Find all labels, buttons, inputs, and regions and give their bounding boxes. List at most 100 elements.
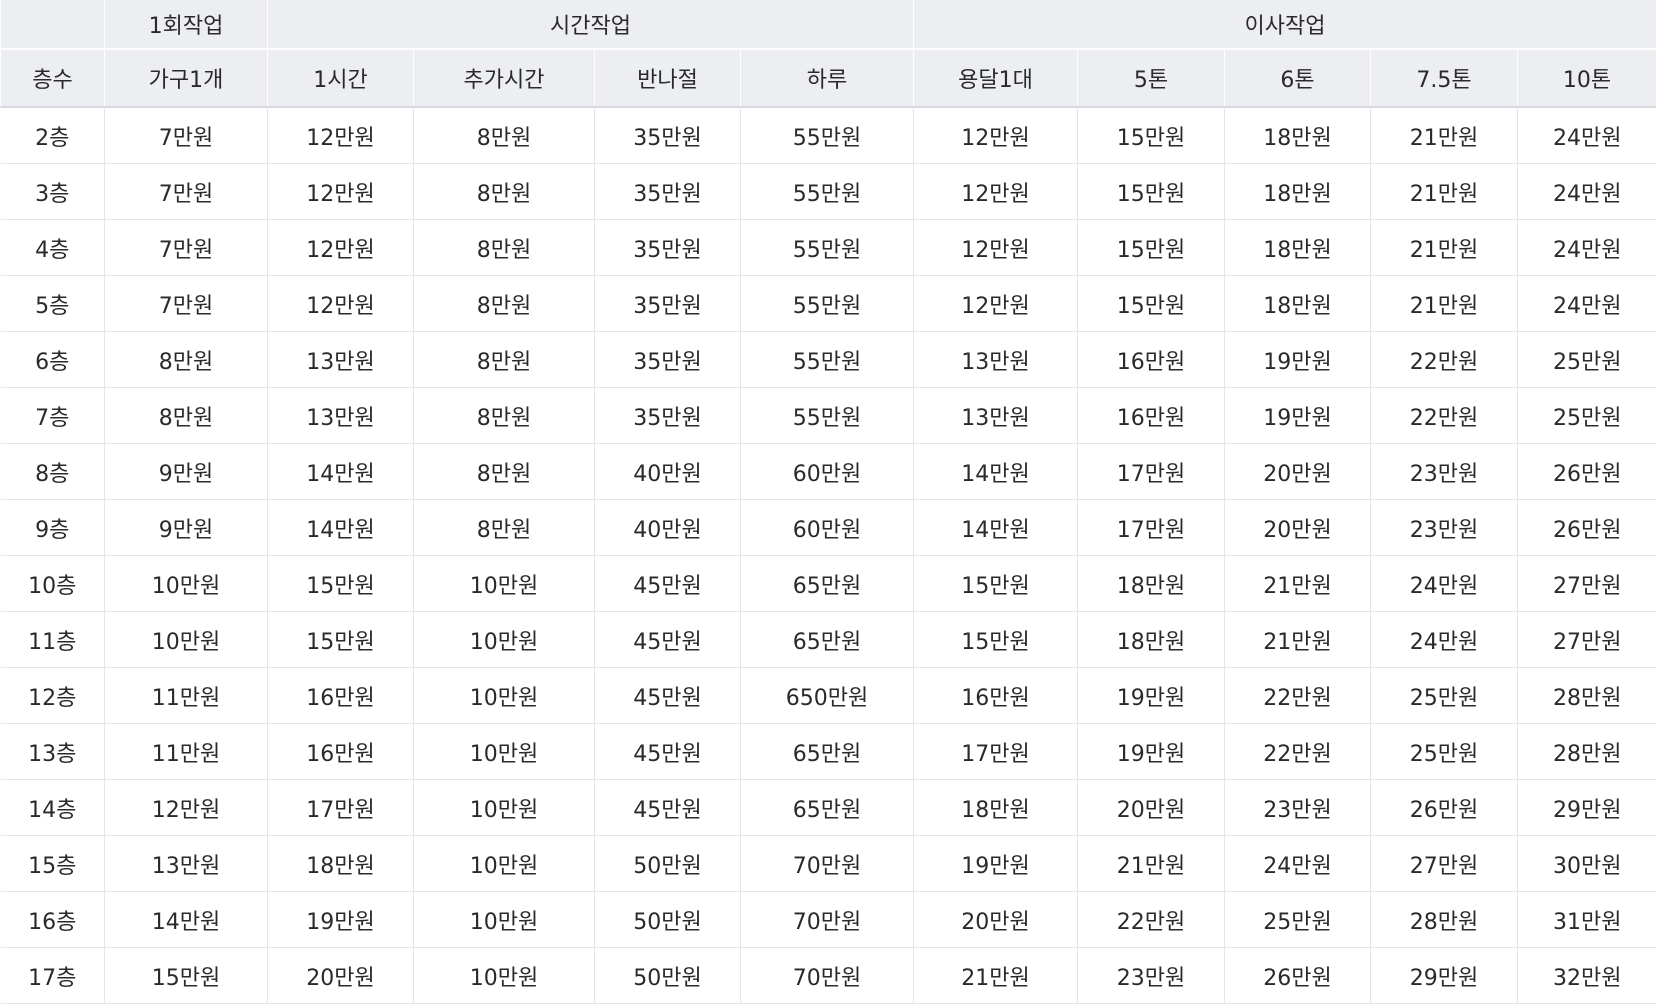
price-cell: 8만원: [413, 219, 595, 276]
price-cell: 22만원: [1224, 723, 1372, 780]
column-header: 추가시간: [413, 49, 595, 108]
price-cell: 18만원: [1077, 555, 1226, 612]
price-cell: 50만원: [594, 835, 741, 892]
price-cell: 16만원: [267, 723, 414, 780]
price-cell: 13만원: [913, 331, 1079, 388]
price-cell: 65만원: [740, 611, 915, 668]
floor-cell: 7층: [0, 387, 105, 444]
price-cell: 20만원: [1224, 443, 1372, 500]
price-cell: 18만원: [1224, 163, 1372, 220]
price-cell: 12만원: [267, 163, 414, 220]
price-cell: 12만원: [913, 275, 1079, 332]
price-cell: 27만원: [1517, 611, 1656, 668]
price-cell: 23만원: [1370, 499, 1519, 556]
price-cell: 12만원: [913, 219, 1079, 276]
column-header: 하루: [739, 49, 915, 108]
table-row: 3층 7만원 12만원 8만원 35만원 55만원 12만원 15만원 18만원 21만원 24만원: [0, 163, 1656, 220]
column-header: 용달1대: [913, 49, 1079, 108]
table-row: 9층 9만원 14만원 8만원 40만원 60만원 14만원 17만원 20만원 23만원 26만원: [0, 499, 1656, 556]
floor-cell: 3층: [0, 163, 105, 220]
price-cell: 10만원: [413, 667, 595, 724]
price-cell: 13만원: [267, 387, 414, 444]
table-header: 1회작업 시간작업 이사작업 층수 가구1개 1시간 추가시간 반나절 하루 용달1대 5톤 6…: [0, 0, 1656, 108]
price-cell: 14만원: [913, 499, 1079, 556]
column-header: 가구1개: [104, 49, 268, 108]
price-cell: 22만원: [1370, 387, 1519, 444]
floor-cell: 9층: [0, 499, 105, 556]
floor-cell: 4층: [0, 219, 105, 276]
price-cell: 20만원: [913, 891, 1079, 948]
price-cell: 70만원: [740, 835, 915, 892]
price-cell: 19만원: [267, 891, 414, 948]
price-cell: 19만원: [1224, 387, 1372, 444]
price-cell: 17만원: [913, 723, 1079, 780]
price-cell: 55만원: [740, 107, 915, 164]
price-cell: 10만원: [413, 835, 595, 892]
price-cell: 35만원: [594, 331, 741, 388]
table-row: 7층 8만원 13만원 8만원 35만원 55만원 13만원 16만원 19만원 22만원 25만원: [0, 387, 1656, 444]
price-cell: 15만원: [1077, 219, 1226, 276]
price-cell: 26만원: [1517, 499, 1656, 556]
price-cell: 60만원: [740, 443, 915, 500]
floor-cell: 17층: [0, 947, 105, 1004]
price-cell: 11만원: [104, 667, 268, 724]
price-cell: 50만원: [594, 947, 741, 1004]
price-cell: 11만원: [104, 723, 268, 780]
price-cell: 14만원: [913, 443, 1079, 500]
price-cell: 28만원: [1517, 723, 1656, 780]
price-cell: 12만원: [104, 779, 268, 836]
price-cell: 20만원: [1224, 499, 1372, 556]
price-cell: 35만원: [594, 275, 741, 332]
price-cell: 15만원: [913, 555, 1079, 612]
floor-cell: 8층: [0, 443, 105, 500]
price-cell: 10만원: [413, 891, 595, 948]
price-cell: 8만원: [413, 331, 595, 388]
price-cell: 26만원: [1517, 443, 1656, 500]
price-cell: 35만원: [594, 219, 741, 276]
price-cell: 26만원: [1224, 947, 1372, 1004]
table-row: 2층 7만원 12만원 8만원 35만원 55만원 12만원 15만원 18만원 21만원 24만원: [0, 107, 1656, 164]
price-cell: 55만원: [740, 387, 915, 444]
price-cell: 17만원: [1077, 499, 1226, 556]
price-cell: 12만원: [913, 163, 1079, 220]
price-cell: 45만원: [594, 779, 741, 836]
floor-cell: 14층: [0, 779, 105, 836]
price-cell: 60만원: [740, 499, 915, 556]
floor-cell: 11층: [0, 611, 105, 668]
price-cell: 14만원: [267, 499, 414, 556]
price-cell: 12만원: [913, 107, 1079, 164]
price-cell: 13만원: [913, 387, 1079, 444]
price-cell: 55만원: [740, 275, 915, 332]
column-header: 5톤: [1077, 49, 1226, 108]
price-cell: 16만원: [1077, 331, 1226, 388]
price-cell: 16만원: [1077, 387, 1226, 444]
price-cell: 24만원: [1517, 275, 1656, 332]
price-cell: 7만원: [104, 107, 268, 164]
price-cell: 65만원: [740, 779, 915, 836]
price-cell: 25만원: [1517, 387, 1656, 444]
price-cell: 24만원: [1517, 163, 1656, 220]
table-row: 8층 9만원 14만원 8만원 40만원 60만원 14만원 17만원 20만원 23만원 26만원: [0, 443, 1656, 500]
price-cell: 21만원: [1370, 107, 1519, 164]
price-cell: 23만원: [1077, 947, 1226, 1004]
column-header: 10톤: [1517, 49, 1656, 108]
price-cell: 21만원: [1370, 219, 1519, 276]
group-header-moving-job: 이사작업: [913, 0, 1656, 50]
price-cell: 20만원: [267, 947, 414, 1004]
price-cell: 17만원: [267, 779, 414, 836]
floor-cell: 6층: [0, 331, 105, 388]
price-cell: 9만원: [104, 443, 268, 500]
price-cell: 10만원: [413, 611, 595, 668]
price-cell: 21만원: [1370, 275, 1519, 332]
price-cell: 14만원: [267, 443, 414, 500]
price-cell: 15만원: [104, 947, 268, 1004]
floor-cell: 12층: [0, 667, 105, 724]
price-cell: 17만원: [1077, 443, 1226, 500]
price-cell: 15만원: [1077, 107, 1226, 164]
price-cell: 15만원: [913, 611, 1079, 668]
price-cell: 18만원: [267, 835, 414, 892]
price-cell: 22만원: [1077, 891, 1226, 948]
price-cell: 40만원: [594, 443, 741, 500]
price-cell: 25만원: [1224, 891, 1372, 948]
floor-cell: 5층: [0, 275, 105, 332]
